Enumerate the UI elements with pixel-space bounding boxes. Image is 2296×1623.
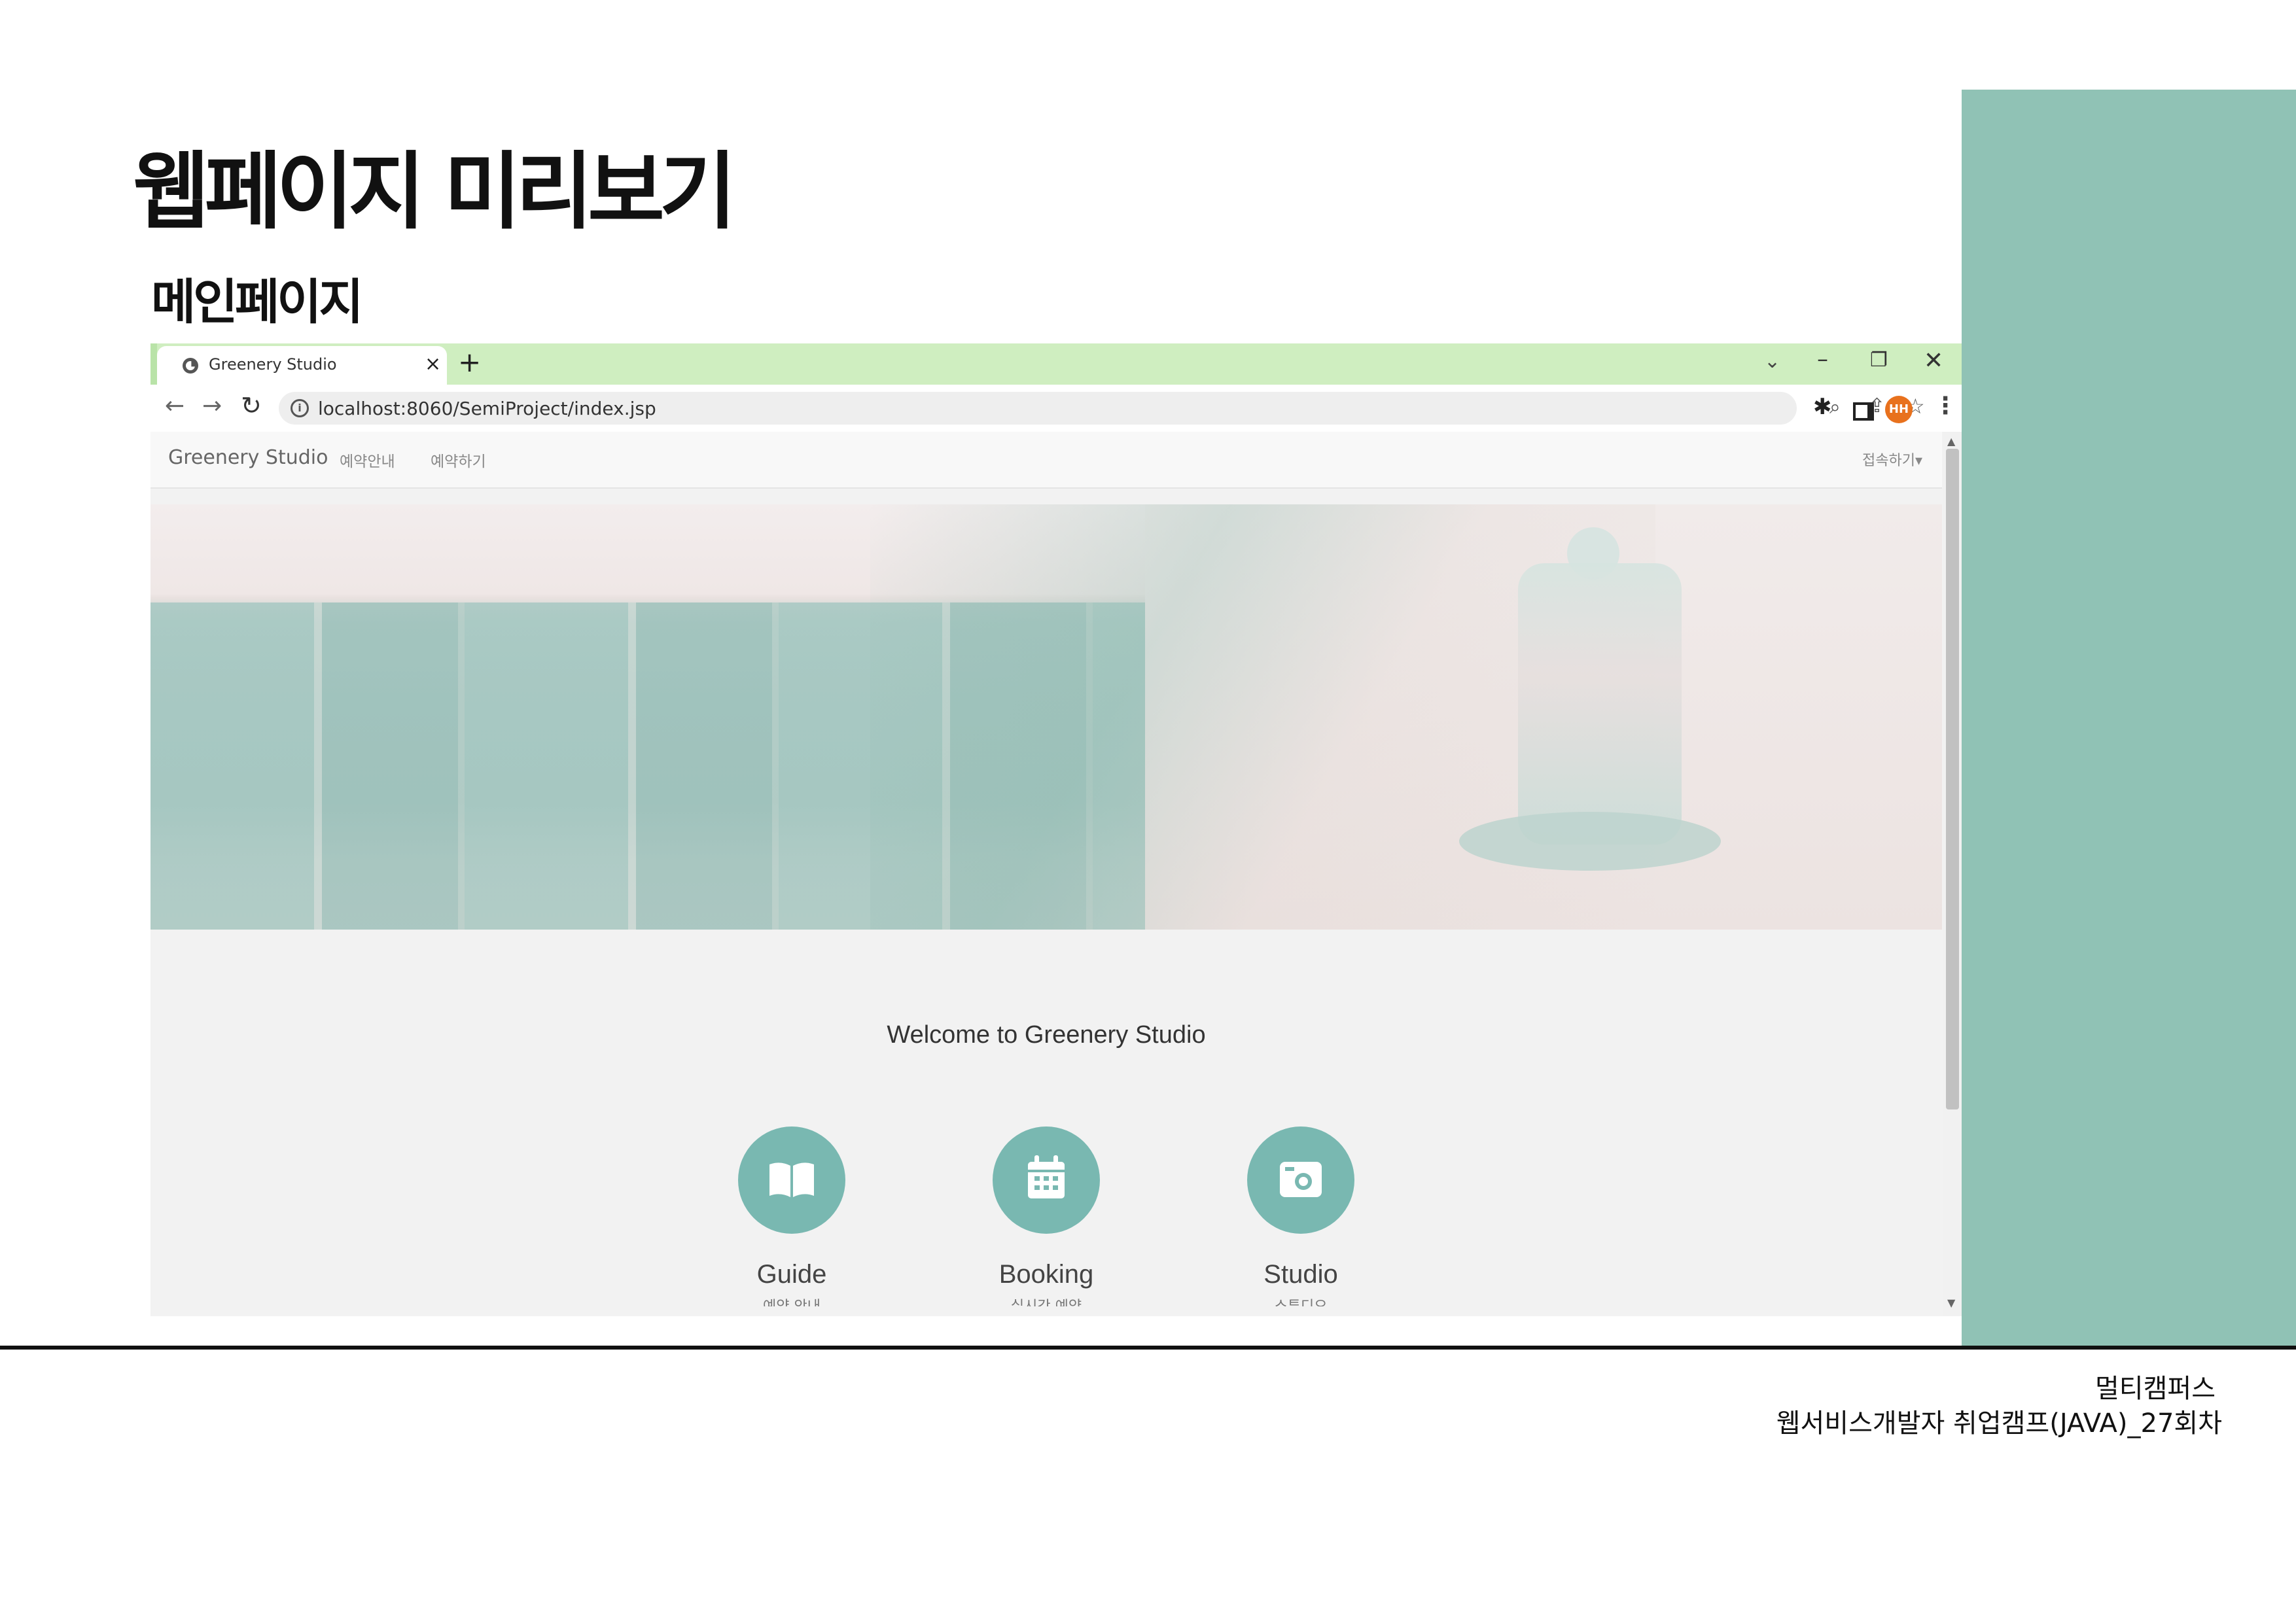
calendar-icon xyxy=(1028,1155,1065,1198)
feature-studio-title: Studio xyxy=(1263,1260,1338,1289)
feature-guide-circle[interactable] xyxy=(738,1126,845,1234)
minimize-button[interactable]: – xyxy=(1817,346,1828,372)
tab-close-button[interactable]: × xyxy=(425,353,441,375)
address-bar[interactable]: i localhost:8060/SemiProject/index.jsp ⌕… xyxy=(279,392,1925,458)
tab-title: Greenery Studio xyxy=(209,355,337,374)
window-close-button[interactable]: ✕ xyxy=(1924,347,1943,374)
welcome-heading: Welcome to Greenery Studio xyxy=(887,1021,1206,1049)
tab-search-chevron-icon[interactable]: ⌄ xyxy=(1764,350,1780,373)
site-brand-link[interactable]: Greenery Studio xyxy=(168,446,328,469)
restore-button[interactable]: ❐ xyxy=(1870,349,1888,372)
hero-lamp-base xyxy=(1459,812,1721,871)
kebab-menu-icon[interactable]: ⋮ xyxy=(1934,393,1957,419)
page-scrollbar-thumb[interactable] xyxy=(1946,449,1959,1109)
footer-organization: 멀티캠퍼스 xyxy=(2095,1374,2216,1404)
nav-link-reservation-guide[interactable]: 예약안내 xyxy=(340,449,395,471)
new-tab-button[interactable]: + xyxy=(458,346,481,378)
feature-guide[interactable]: Guide 예약 안내 xyxy=(694,1126,890,1306)
browser-tab[interactable]: Greenery Studio × xyxy=(157,346,447,385)
accent-panel xyxy=(1962,90,2296,1348)
forward-arrow-icon[interactable]: → xyxy=(202,393,222,419)
profile-avatar[interactable]: HH xyxy=(1885,396,1913,423)
footer-divider xyxy=(0,1346,2296,1350)
connect-dropdown[interactable]: 접속하기▾ xyxy=(1862,449,1922,470)
feature-booking[interactable]: Booking 실시간 예약 xyxy=(948,1126,1144,1306)
book-icon xyxy=(769,1162,814,1197)
camera-icon xyxy=(1280,1162,1322,1197)
footer-course: 웹서비스개발자 취업캠프(JAVA)_27회차 xyxy=(1776,1408,2222,1439)
back-arrow-icon[interactable]: ← xyxy=(165,393,185,419)
tab-strip-edge xyxy=(150,343,157,385)
feature-booking-title: Booking xyxy=(998,1260,1094,1289)
extensions-puzzle-icon[interactable]: ✱ xyxy=(1813,394,1832,420)
side-panel-icon[interactable] xyxy=(1853,402,1874,421)
reload-icon[interactable]: ↻ xyxy=(241,391,262,420)
site-navbar: Greenery Studio 예약안내 예약하기 접속하기▾ xyxy=(150,432,1942,489)
hero-image xyxy=(150,504,1942,930)
slide-subtitle: 메인페이지 xyxy=(151,274,363,330)
feature-studio[interactable]: Studio 스튜디오 xyxy=(1203,1126,1399,1306)
info-icon[interactable]: i xyxy=(291,399,309,417)
feature-guide-title: Guide xyxy=(756,1260,827,1289)
feature-studio-subtitle: 스튜디오 xyxy=(1203,1295,1399,1306)
feature-booking-subtitle: 실시간 예약 xyxy=(948,1295,1144,1306)
feature-studio-circle[interactable] xyxy=(1247,1126,1354,1234)
nav-link-make-reservation[interactable]: 예약하기 xyxy=(431,449,486,471)
feature-guide-subtitle: 예약 안내 xyxy=(694,1295,890,1306)
hero-lamp xyxy=(1518,563,1682,845)
browser-window: Greenery Studio × + ⌄ – ❐ ✕ ← → ↻ i loca… xyxy=(150,343,1962,1316)
scroll-down-arrow-icon[interactable]: ▼ xyxy=(1947,1297,1955,1309)
browser-toolbar: ← → ↻ i localhost:8060/SemiProject/index… xyxy=(150,385,1962,458)
feature-booking-circle[interactable] xyxy=(993,1126,1100,1234)
slide-title: 웹페이지 미리보기 xyxy=(133,143,737,241)
scroll-up-arrow-icon[interactable]: ▲ xyxy=(1947,435,1955,447)
url-text[interactable]: localhost:8060/SemiProject/index.jsp xyxy=(318,398,656,419)
globe-icon xyxy=(183,358,198,374)
tab-strip: Greenery Studio × + ⌄ – ❐ ✕ xyxy=(150,343,1962,385)
